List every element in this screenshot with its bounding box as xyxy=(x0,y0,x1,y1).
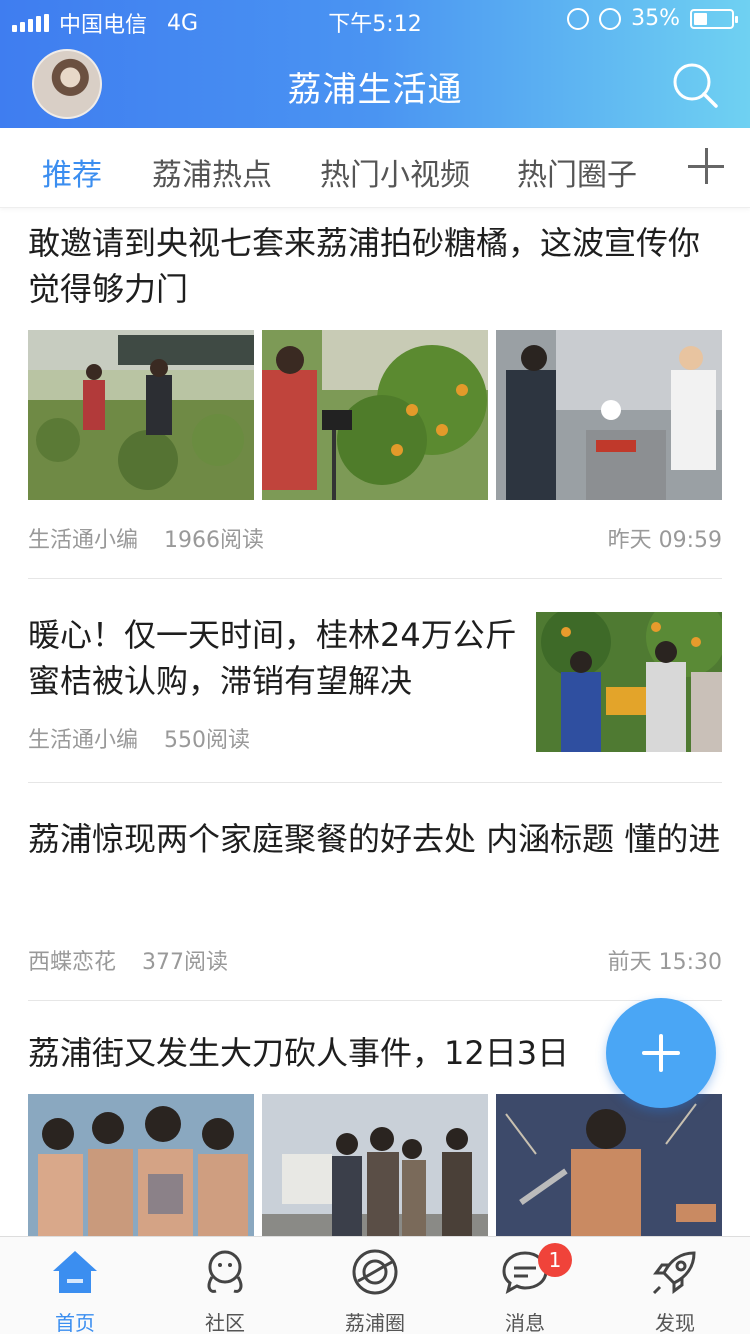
article-author: 生活通小编 xyxy=(28,728,139,753)
nav-messages-label: 消息 xyxy=(505,1311,545,1334)
article-card[interactable]: 荔浦惊现两个家庭聚餐的好去处 内涵标题 懂的进 西蝶恋花 377阅读 前天 15:… xyxy=(28,816,722,996)
nav-discover[interactable]: 发现 xyxy=(600,1237,750,1334)
article-title[interactable]: 荔浦街又发生大刀砍人事件，12日3日 xyxy=(28,1030,628,1076)
tab-hot-circles[interactable]: 热门圈子 xyxy=(517,150,637,194)
rotation-lock-icon xyxy=(567,7,590,30)
app-header: 中国电信 4G 下午5:12 35% 荔浦生活通 xyxy=(0,0,750,128)
article-images xyxy=(28,1094,722,1236)
battery-percent: 35% xyxy=(631,6,680,31)
category-tabs: 推荐 荔浦热点 热门小视频 热门圈子 xyxy=(0,128,750,208)
article-title[interactable]: 敢邀请到央视七套来荔浦拍砂糖橘，这波宣传你觉得够力门 xyxy=(28,220,722,312)
nav-discover-label: 发现 xyxy=(655,1311,695,1334)
community-icon xyxy=(207,1250,243,1293)
page-title: 荔浦生活通 xyxy=(287,70,463,110)
home-icon xyxy=(53,1251,97,1293)
tab-recommend[interactable]: 推荐 xyxy=(42,150,102,194)
article-reads: 1966阅读 xyxy=(164,528,265,553)
article-image xyxy=(536,597,726,752)
article-images xyxy=(28,330,722,500)
article-card[interactable]: 敢邀请到央视七套来荔浦拍砂糖橘，这波宣传你觉得够力门 生活通小编 1966阅读 … xyxy=(28,220,722,580)
article-image xyxy=(262,1094,488,1236)
article-image xyxy=(28,330,254,500)
nav-community[interactable]: 社区 xyxy=(150,1237,300,1334)
nav-home-label: 首页 xyxy=(55,1311,95,1334)
divider xyxy=(28,1000,722,1001)
divider xyxy=(28,578,722,579)
article-author: 生活通小编 xyxy=(28,528,139,553)
article-title[interactable]: 暖心！仅一天时间，桂林24万公斤蜜桔被认购，滞销有望解决 xyxy=(28,612,518,704)
article-author: 西蝶恋花 xyxy=(28,950,117,975)
article-time: 前天 15:30 xyxy=(607,950,722,975)
article-image xyxy=(28,1094,254,1236)
nav-circle-label: 荔浦圈 xyxy=(345,1311,405,1334)
search-icon[interactable] xyxy=(670,60,720,110)
nav-home[interactable]: 首页 xyxy=(0,1237,150,1334)
article-image xyxy=(496,1094,722,1236)
article-image xyxy=(262,330,488,500)
circle-icon xyxy=(352,1249,398,1295)
unread-badge: 1 xyxy=(538,1243,572,1277)
divider xyxy=(28,782,722,783)
add-tab-icon[interactable] xyxy=(688,148,724,184)
alarm-icon xyxy=(599,7,622,30)
bottom-navigation: 首页 社区 荔浦圈 1 消息 发现 xyxy=(0,1236,750,1334)
article-title[interactable]: 荔浦惊现两个家庭聚餐的好去处 内涵标题 懂的进 xyxy=(28,816,722,862)
article-reads: 377阅读 xyxy=(142,950,229,975)
title-bar: 荔浦生活通 xyxy=(0,40,750,128)
nav-circle[interactable]: 荔浦圈 xyxy=(300,1237,450,1334)
compose-fab-button[interactable] xyxy=(606,998,716,1108)
article-time: 昨天 09:59 xyxy=(607,528,722,553)
article-reads: 550阅读 xyxy=(164,728,251,753)
nav-messages[interactable]: 1 消息 xyxy=(450,1237,600,1334)
battery-icon xyxy=(690,8,738,29)
nav-community-label: 社区 xyxy=(205,1311,245,1334)
rocket-icon xyxy=(652,1251,696,1295)
article-image xyxy=(496,330,722,500)
article-card[interactable]: 暖心！仅一天时间，桂林24万公斤蜜桔被认购，滞销有望解决 生活通小编 550阅读 xyxy=(28,597,726,762)
tab-lipu-hot[interactable]: 荔浦热点 xyxy=(152,150,272,194)
tab-hot-videos[interactable]: 热门小视频 xyxy=(320,150,470,194)
status-bar: 中国电信 4G 下午5:12 35% xyxy=(0,0,750,40)
